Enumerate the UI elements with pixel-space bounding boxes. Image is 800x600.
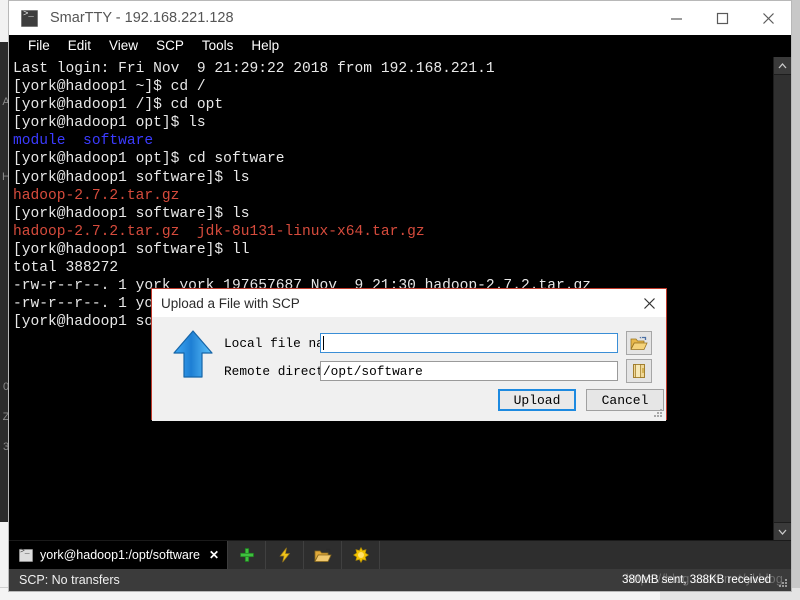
dialog-resize-grip[interactable] — [654, 409, 663, 418]
dialog-title: Upload a File with SCP — [161, 295, 300, 311]
terminal-text: [york@hadoop1 ~]$ cd / — [13, 79, 206, 96]
terminal-text: [york@hadoop1 opt]$ ls — [13, 115, 206, 132]
folder-icon — [633, 364, 645, 378]
browse-remote-directory-button[interactable] — [626, 359, 652, 383]
tabbar: york@hadoop1:/opt/software ✕ — [9, 540, 791, 569]
maximize-button[interactable] — [699, 1, 745, 35]
text-caret — [323, 336, 324, 350]
menu-item-edit[interactable]: Edit — [59, 35, 100, 57]
local-file-name-label: Local file name: — [224, 335, 347, 351]
window-resize-grip[interactable] — [779, 579, 789, 589]
open-folder-icon — [630, 336, 648, 350]
menu-item-file[interactable]: File — [19, 35, 59, 57]
window-title: SmarTTY - 192.168.221.128 — [50, 10, 234, 26]
dialog-close-icon[interactable] — [632, 289, 666, 317]
new-session-button[interactable] — [228, 541, 267, 569]
upload-button[interactable]: Upload — [498, 389, 576, 411]
terminal-line: [york@hadoop1 software]$ ls — [13, 205, 773, 223]
terminal-text: [york@hadoop1 software]$ ls — [13, 205, 250, 222]
terminal-text: hadoop-2.7.2.tar.gz jdk-8u131-linux-x64.… — [13, 223, 425, 240]
statusbar: SCP: No transfers https://blog.csdn.net/… — [9, 569, 791, 591]
terminal-scrollbar[interactable] — [773, 57, 791, 540]
close-icon[interactable]: ✕ — [209, 548, 219, 562]
browse-local-file-button[interactable] — [626, 331, 652, 355]
menu-item-help[interactable]: Help — [242, 35, 288, 57]
terminal-icon — [19, 547, 33, 562]
terminal-area: Last login: Fri Nov 9 21:29:22 2018 from… — [9, 57, 791, 540]
close-button[interactable] — [745, 1, 791, 35]
chevron-down-icon[interactable] — [774, 522, 791, 540]
session-tab[interactable]: york@hadoop1:/opt/software ✕ — [9, 541, 229, 569]
terminal-line: [york@hadoop1 software]$ ls — [13, 169, 773, 187]
plus-icon — [239, 548, 254, 562]
terminal-text: total 388272 — [13, 260, 119, 277]
folder-icon — [313, 548, 332, 562]
terminal-icon — [21, 9, 38, 27]
terminal-text: [york@hadoop1 software]$ ls — [13, 169, 250, 186]
session-tab-label: york@hadoop1:/opt/software — [40, 548, 201, 562]
open-folder-button[interactable] — [304, 541, 343, 569]
terminal-text: [york@hadoop1 software]$ ll — [13, 241, 250, 258]
terminal-line: total 388272 — [13, 259, 773, 277]
menu-item-scp[interactable]: SCP — [147, 35, 193, 57]
terminal-line: hadoop-2.7.2.tar.gz — [13, 187, 773, 205]
terminal-text: module software — [13, 133, 154, 150]
local-file-name-row: Local file name: — [224, 331, 652, 355]
sun-gear-icon — [352, 547, 369, 563]
scrollbar-track[interactable] — [774, 75, 791, 522]
window-controls — [653, 1, 791, 35]
upload-arrow-icon — [173, 330, 213, 378]
terminal-text: [york@hadoop1 opt]$ cd software — [13, 151, 285, 168]
terminal-line: [york@hadoop1 ~]$ cd / — [13, 78, 773, 96]
terminal-line: hadoop-2.7.2.tar.gz jdk-8u131-linux-x64.… — [13, 223, 773, 241]
terminal-line: [york@hadoop1 /]$ cd opt — [13, 96, 773, 114]
terminal-line: [york@hadoop1 opt]$ cd software — [13, 150, 773, 168]
lightning-icon — [279, 547, 290, 563]
chevron-up-icon[interactable] — [774, 57, 791, 75]
dialog-titlebar[interactable]: Upload a File with SCP — [152, 289, 666, 317]
quick-connect-button[interactable] — [266, 541, 305, 569]
terminal-line: module software — [13, 132, 773, 150]
minimize-button[interactable] — [653, 1, 699, 35]
window-titlebar[interactable]: SmarTTY - 192.168.221.128 — [9, 1, 791, 35]
terminal-text: Last login: Fri Nov 9 21:29:22 2018 from… — [13, 61, 495, 77]
menubar: File Edit View SCP Tools Help — [9, 35, 791, 57]
remote-directory-row: Remote directory /opt/software — [224, 359, 652, 383]
menu-item-tools[interactable]: Tools — [193, 35, 243, 57]
upload-scp-dialog: Upload a File with SCP Local file name: … — [151, 288, 667, 421]
terminal-line: Last login: Fri Nov 9 21:29:22 2018 from… — [13, 60, 773, 78]
remote-directory-label: Remote directory — [224, 363, 347, 379]
smartty-window: SmarTTY - 192.168.221.128 File Edit View… — [8, 0, 792, 592]
dialog-body: Local file name: Remote directory /opt/s… — [152, 317, 666, 421]
terminal-text: [york@hadoop1 /]$ cd opt — [13, 97, 224, 114]
terminal-text: hadoop-2.7.2.tar.gz — [13, 187, 180, 204]
cancel-button[interactable]: Cancel — [586, 389, 664, 411]
local-file-name-input[interactable] — [320, 333, 618, 353]
scp-transfer-status: SCP: No transfers — [19, 573, 120, 587]
menu-item-view[interactable]: View — [100, 35, 147, 57]
settings-button[interactable] — [342, 541, 381, 569]
traffic-status: 380MB sent, 388KB received — [622, 574, 771, 586]
terminal-line: [york@hadoop1 opt]$ ls — [13, 114, 773, 132]
terminal-line: [york@hadoop1 software]$ ll — [13, 241, 773, 259]
remote-directory-input[interactable]: /opt/software — [320, 361, 618, 381]
